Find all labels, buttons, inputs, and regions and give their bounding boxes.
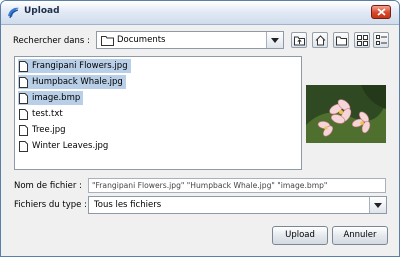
file-name: image.bmp: [32, 93, 81, 103]
list-item[interactable]: Tree.jpg: [18, 123, 69, 137]
list-item[interactable]: Winter Leaves.jpg: [18, 139, 111, 153]
filename-label: Nom de fichier :: [14, 181, 82, 191]
file-icon: [19, 76, 28, 88]
filename-field[interactable]: "Frangipani Flowers.jpg" "Humpback Whale…: [88, 178, 386, 193]
file-icon: [19, 60, 28, 72]
chevron-down-icon[interactable]: [266, 32, 283, 48]
folder-icon: [101, 35, 114, 49]
list-view-icon: [357, 35, 368, 46]
file-name: Frangipani Flowers.jpg: [32, 61, 128, 71]
file-name: test.txt: [32, 109, 63, 119]
close-button[interactable]: [371, 5, 391, 19]
list-item[interactable]: image.bmp: [18, 91, 84, 105]
filetype-label: Fichiers du type :: [14, 200, 87, 210]
file-name: Tree.jpg: [32, 125, 66, 135]
list-item[interactable]: Frangipani Flowers.jpg: [18, 59, 131, 73]
filetype-value: Tous les fichiers: [94, 200, 162, 210]
details-view-icon: [376, 35, 387, 45]
file-icon: [19, 124, 28, 136]
filetype-dropdown[interactable]: Tous les fichiers: [88, 196, 387, 214]
look-in-value: Documents: [117, 35, 166, 45]
details-view-button[interactable]: [373, 32, 389, 48]
file-icon: [19, 140, 28, 152]
cancel-button[interactable]: Annuler: [332, 226, 388, 245]
upload-dialog: Upload Rechercher dans : Documents Frang…: [0, 0, 400, 257]
look-in-dropdown[interactable]: Documents: [96, 31, 284, 49]
frangipani-thumbnail: [306, 85, 386, 143]
up-one-level-icon: [294, 36, 305, 46]
file-name: Humpback Whale.jpg: [32, 77, 123, 87]
list-item[interactable]: test.txt: [18, 107, 66, 121]
new-folder-icon: [336, 36, 347, 46]
window-title: Upload: [24, 6, 60, 16]
home-button[interactable]: [312, 32, 328, 48]
list-item[interactable]: Humpback Whale.jpg: [18, 75, 126, 89]
file-icon: [19, 108, 28, 120]
chevron-down-icon[interactable]: [369, 197, 386, 213]
look-in-label: Rechercher dans :: [13, 36, 90, 46]
image-preview: [306, 85, 386, 143]
title-bar[interactable]: Upload: [1, 1, 399, 25]
upload-button[interactable]: Upload: [272, 226, 328, 245]
file-name: Winter Leaves.jpg: [32, 141, 109, 151]
file-icon: [19, 92, 28, 104]
up-one-level-button[interactable]: [291, 32, 307, 48]
list-view-button[interactable]: [354, 32, 370, 48]
close-icon: [377, 8, 386, 16]
home-icon: [315, 35, 326, 46]
file-list[interactable]: Frangipani Flowers.jpg Humpback Whale.jp…: [14, 56, 302, 170]
new-folder-button[interactable]: [333, 32, 349, 48]
app-icon: [7, 6, 20, 19]
